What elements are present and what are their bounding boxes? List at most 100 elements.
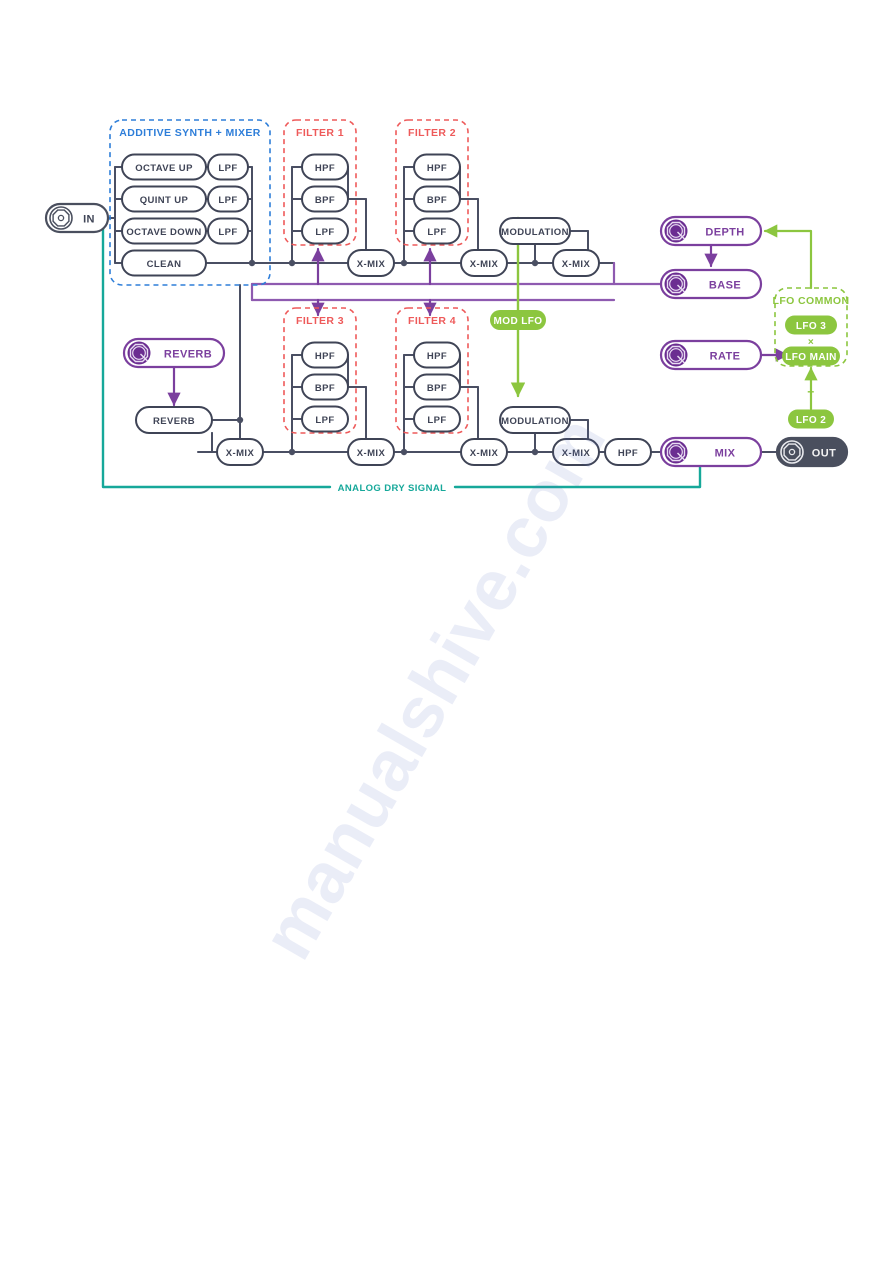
filter4-mode-2[interactable]: LPF: [413, 405, 461, 433]
analog-dry-label: ANALOG DRY SIGNAL: [338, 483, 447, 494]
filter2-mode-0[interactable]: HPF: [413, 153, 461, 181]
knob-rate[interactable]: RATE: [659, 339, 763, 371]
modulation-top-label: MODULATION: [501, 227, 569, 238]
filter4-mode-2-label: LPF: [427, 415, 446, 426]
knob-rate-label: RATE: [710, 351, 741, 363]
filter2-mode-1[interactable]: BPF: [413, 185, 461, 213]
lfo2-tag-label: LFO 2: [796, 415, 826, 426]
knob-reverb-label: REVERB: [164, 349, 212, 361]
mod-lfo-tag: MOD LFO: [490, 310, 546, 330]
filter3-mode-0[interactable]: HPF: [301, 341, 349, 369]
filter1-mode-2-label: LPF: [315, 227, 334, 238]
filter1-group-title: FILTER 1: [296, 127, 344, 139]
filter4-mode-0[interactable]: HPF: [413, 341, 461, 369]
xmix-bottom-3-label: X-MIX: [562, 448, 591, 459]
filter2-mode-1-label: BPF: [427, 195, 447, 206]
xmix-top-1[interactable]: X-MIX: [460, 249, 508, 277]
knob-depth-label: DEPTH: [705, 227, 744, 239]
voice-2[interactable]: OCTAVE DOWN: [121, 217, 207, 245]
voice-filter-2-label: LPF: [218, 227, 237, 238]
lfo-plus-operator: +: [807, 385, 814, 399]
lfo-to-depth: [763, 224, 813, 290]
voice-2-label: OCTAVE DOWN: [126, 227, 201, 238]
voice-0[interactable]: OCTAVE UP: [121, 153, 207, 181]
lfo-main-tag: LFO MAIN: [782, 346, 840, 366]
modulation-bottom-label: MODULATION: [501, 416, 569, 427]
xmix-bottom-1-label: X-MIX: [357, 448, 386, 459]
xmix-bottom-2[interactable]: X-MIX: [460, 438, 508, 466]
knob-depth-knob-icon: [664, 219, 688, 243]
lfo3-tag-label: LFO 3: [796, 321, 826, 332]
knob-reverb-knob-icon: [127, 341, 151, 365]
filter1-mode-1[interactable]: BPF: [301, 185, 349, 213]
junction-dot: [400, 448, 408, 456]
input-jack-label: IN: [83, 214, 95, 226]
knob-mix[interactable]: MIX: [659, 436, 763, 468]
voice-1-label: QUINT UP: [140, 195, 189, 206]
filter1-mode-2[interactable]: LPF: [301, 217, 349, 245]
filter3-mode-0-label: HPF: [315, 351, 335, 362]
filter3-group-title: FILTER 3: [296, 315, 344, 327]
output-jack-label: OUT: [812, 448, 836, 460]
filter1-mode-0[interactable]: HPF: [301, 153, 349, 181]
modulation-bottom[interactable]: MODULATION: [499, 406, 571, 434]
filter4-group-title: FILTER 4: [408, 315, 456, 327]
junction-dot: [531, 259, 539, 267]
lfo-main-tag-label: LFO MAIN: [785, 352, 837, 363]
voice-filter-1[interactable]: LPF: [207, 185, 249, 213]
filter4-mode-1[interactable]: BPF: [413, 373, 461, 401]
voice-3[interactable]: CLEAN: [121, 249, 207, 277]
xmix-top-1-label: X-MIX: [470, 259, 499, 270]
xmix-top-0[interactable]: X-MIX: [347, 249, 395, 277]
xmix-bottom-1[interactable]: X-MIX: [347, 438, 395, 466]
flow-svg: ADDITIVE SYNTH + MIXER FILTER 1 FILTER 2 FI…: [44, 119, 850, 494]
reverb-block[interactable]: REVERB: [135, 406, 213, 434]
knob-mix-label: MIX: [715, 448, 736, 460]
xmix-top-0-label: X-MIX: [357, 259, 386, 270]
lfo2-tag: LFO 2: [788, 409, 834, 429]
additive-synth-group-title: ADDITIVE SYNTH + MIXER: [119, 127, 261, 139]
knob-reverb[interactable]: REVERB: [122, 337, 226, 369]
xmix-bottom-2-label: X-MIX: [470, 448, 499, 459]
filter2-mode-2[interactable]: LPF: [413, 217, 461, 245]
voice-3-label: CLEAN: [147, 259, 182, 270]
modulation-top[interactable]: MODULATION: [499, 217, 571, 245]
voice-filter-1-label: LPF: [218, 195, 237, 206]
junction-dot: [288, 448, 296, 456]
voice-0-label: OCTAVE UP: [135, 163, 193, 174]
voice-filter-2[interactable]: LPF: [207, 217, 249, 245]
knob-base-label: BASE: [709, 280, 741, 292]
input-jack[interactable]: IN: [44, 202, 110, 234]
filter2-group-title: FILTER 2: [408, 127, 456, 139]
xmix-bottom-0-label: X-MIX: [226, 448, 255, 459]
junction-dot: [248, 259, 256, 267]
hpf-out-label: HPF: [618, 448, 638, 459]
filter3-mode-2-label: LPF: [315, 415, 334, 426]
junction-dot: [531, 448, 539, 456]
xmix-bottom-0[interactable]: X-MIX: [216, 438, 264, 466]
xmix-bottom-3[interactable]: X-MIX: [552, 438, 600, 466]
knob-depth[interactable]: DEPTH: [659, 215, 763, 247]
knob-base-knob-icon: [664, 272, 688, 296]
xmix-top-2-label: X-MIX: [562, 259, 591, 270]
xmix-top-2[interactable]: X-MIX: [552, 249, 600, 277]
filter3-mode-2[interactable]: LPF: [301, 405, 349, 433]
filter3-mode-1[interactable]: BPF: [301, 373, 349, 401]
junction-dot: [400, 259, 408, 267]
voice-filter-0-label: LPF: [218, 163, 237, 174]
filter2-mode-0-label: HPF: [427, 163, 447, 174]
filter2-mode-2-label: LPF: [427, 227, 446, 238]
filter4-mode-0-label: HPF: [427, 351, 447, 362]
filter4-mode-1-label: BPF: [427, 383, 447, 394]
filter3-mode-1-label: BPF: [315, 383, 335, 394]
voice-1[interactable]: QUINT UP: [121, 185, 207, 213]
hpf-out[interactable]: HPF: [604, 438, 652, 466]
junction-dot: [288, 259, 296, 267]
output-jack[interactable]: OUT: [775, 436, 849, 468]
lfo-common-group-title: LFO COMMON: [773, 295, 850, 307]
knob-base[interactable]: BASE: [659, 268, 763, 300]
filter1-mode-0-label: HPF: [315, 163, 335, 174]
signal-flow-diagram: ADDITIVE SYNTH + MIXER FILTER 1 FILTER 2 FI…: [0, 0, 894, 1263]
knob-mix-knob-icon: [664, 440, 688, 464]
voice-filter-0[interactable]: LPF: [207, 153, 249, 181]
